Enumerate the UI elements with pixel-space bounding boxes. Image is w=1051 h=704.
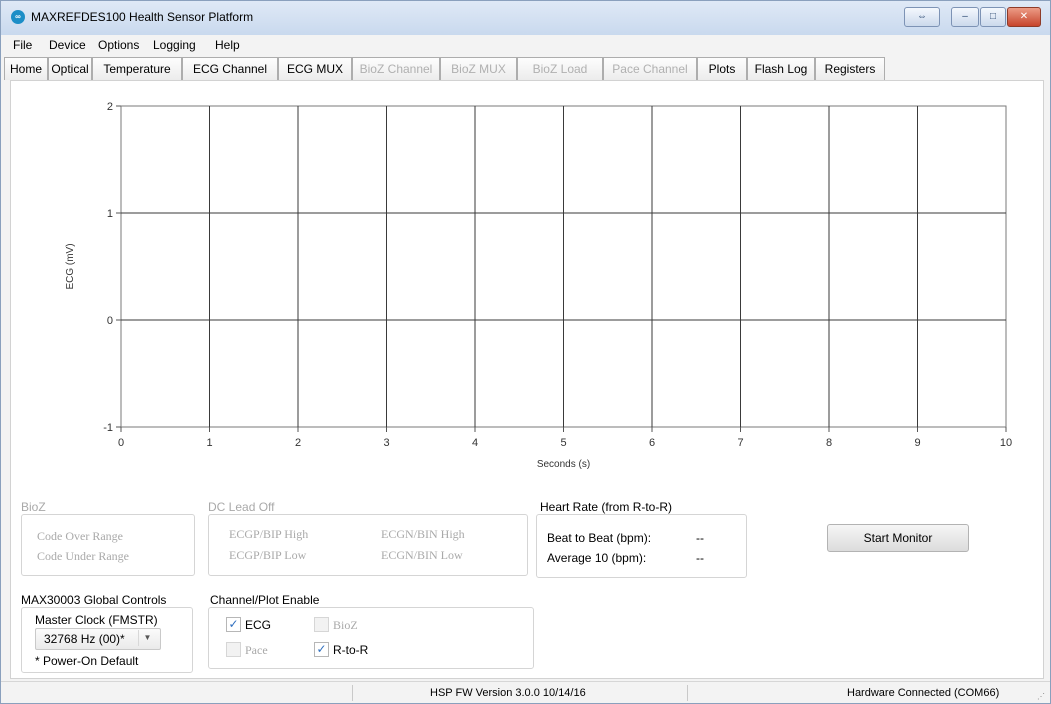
y-tick-label: -1 — [103, 422, 113, 434]
status-separator — [687, 685, 688, 701]
master-clock-label: Master Clock (FMSTR) — [35, 613, 158, 627]
master-clock-select[interactable]: 32768 Hz (00)* ▼ — [35, 628, 161, 650]
menu-logging[interactable]: Logging — [153, 38, 196, 52]
menu-help[interactable]: Help — [215, 38, 240, 52]
window-title: MAXREFDES100 Health Sensor Platform — [31, 10, 254, 24]
ecgp-bip-high: ECGP/BIP High — [229, 527, 309, 541]
pace-checkbox-label: Pace — [245, 643, 268, 657]
maximize-button[interactable]: □ — [980, 7, 1006, 27]
x-tick-label: 8 — [826, 437, 832, 449]
bioz-code-under-range: Code Under Range — [37, 549, 129, 563]
menu-options[interactable]: Options — [98, 38, 139, 52]
bioz-checkbox[interactable] — [314, 617, 329, 632]
average-10-label: Average 10 (bpm): — [547, 551, 647, 565]
x-tick-label: 1 — [206, 437, 212, 449]
plots-panel: 0 1 2 3 4 5 6 7 8 9 10 -1 0 1 2 Seconds (s) ECG (mV) Bio… — [10, 80, 1044, 679]
tab-plots[interactable]: Plots — [697, 57, 747, 80]
x-axis-label: Seconds (s) — [537, 459, 590, 470]
chevron-down-icon[interactable]: ▼ — [138, 630, 156, 646]
beat-to-beat-label: Beat to Beat (bpm): — [547, 531, 652, 545]
r-to-r-checkbox[interactable]: ✓ — [314, 642, 329, 657]
bioz-group-title: BioZ — [21, 500, 46, 514]
start-monitor-button[interactable]: Start Monitor — [827, 524, 969, 552]
x-tick-label: 7 — [737, 437, 743, 449]
global-controls-title: MAX30003 Global Controls — [21, 593, 167, 607]
x-tick-label: 10 — [1000, 437, 1012, 449]
minimize-button[interactable]: – — [951, 7, 979, 27]
tab-home[interactable]: Home — [4, 57, 48, 80]
master-clock-value: 32768 Hz (00)* — [44, 632, 125, 646]
menu-device[interactable]: Device — [49, 38, 86, 52]
menu-bar: File Device Options Logging Help — [1, 35, 1050, 55]
tab-pace-channel[interactable]: Pace Channel — [603, 57, 697, 80]
title-bar: ∞ MAXREFDES100 Health Sensor Platform ⇔ … — [1, 1, 1050, 35]
tab-bioz-load[interactable]: BioZ Load — [517, 57, 603, 80]
connection-status-text: Hardware Connected (COM66) — [847, 687, 1000, 699]
ecgn-bin-low: ECGN/BIN Low — [381, 548, 463, 562]
status-bar: HSP FW Version 3.0.0 10/14/16 Hardware C… — [1, 681, 1050, 703]
resize-grip-icon[interactable]: ⋰ — [1037, 692, 1045, 701]
ecg-checkbox[interactable]: ✓ — [226, 617, 241, 632]
x-tick-label: 0 — [118, 437, 124, 449]
tab-registers[interactable]: Registers — [815, 57, 885, 80]
tab-ecg-mux[interactable]: ECG MUX — [278, 57, 352, 80]
x-tick-label: 9 — [914, 437, 920, 449]
bioz-code-over-range: Code Over Range — [37, 529, 123, 543]
app-logo-icon: ∞ — [11, 10, 25, 24]
fw-version-text: HSP FW Version 3.0.0 10/14/16 — [430, 687, 586, 699]
y-axis-label: ECG (mV) — [65, 243, 76, 289]
tab-flash-log[interactable]: Flash Log — [747, 57, 815, 80]
x-tick-label: 5 — [560, 437, 566, 449]
channel-enable-title: Channel/Plot Enable — [210, 593, 320, 607]
tab-optical[interactable]: Optical — [48, 57, 92, 80]
ecg-chart: 0 1 2 3 4 5 6 7 8 9 10 -1 0 1 2 Seconds (s) ECG (mV) — [65, 101, 1012, 470]
channel-enable-group: ✓ ECG BioZ Pace ✓ R-to-R — [208, 607, 534, 669]
bioz-group: Code Over Range Code Under Range — [21, 514, 195, 576]
x-tick-label: 4 — [472, 437, 478, 449]
status-separator — [352, 685, 353, 701]
tab-strip: Home Optical Temperature ECG Channel ECG… — [1, 56, 1050, 81]
ecgp-bip-low: ECGP/BIP Low — [229, 548, 307, 562]
tab-ecg-channel[interactable]: ECG Channel — [182, 57, 278, 80]
ecg-checkbox-label: ECG — [245, 618, 272, 632]
pace-checkbox[interactable] — [226, 642, 241, 657]
bioz-checkbox-label: BioZ — [333, 618, 358, 632]
y-tick-label: 0 — [107, 315, 113, 327]
tab-bioz-channel[interactable]: BioZ Channel — [352, 57, 440, 80]
heart-rate-title: Heart Rate (from R-to-R) — [540, 500, 673, 514]
dc-lead-off-title: DC Lead Off — [208, 500, 275, 514]
tab-temperature[interactable]: Temperature — [92, 57, 182, 80]
y-tick-label: 2 — [107, 101, 113, 113]
x-tick-label: 6 — [649, 437, 655, 449]
close-button[interactable]: ✕ — [1007, 7, 1041, 27]
y-tick-label: 1 — [107, 208, 113, 220]
tab-bioz-mux[interactable]: BioZ MUX — [440, 57, 517, 80]
average-10-value: -- — [696, 551, 704, 565]
dc-lead-off-group: ECGP/BIP High ECGN/BIN High ECGP/BIP Low… — [208, 514, 528, 576]
restore-button[interactable]: ⇔ — [904, 7, 940, 27]
ecgn-bin-high: ECGN/BIN High — [381, 527, 465, 541]
heart-rate-group: Beat to Beat (bpm): -- Average 10 (bpm):… — [536, 514, 747, 578]
x-tick-label: 3 — [383, 437, 389, 449]
menu-file[interactable]: File — [13, 38, 32, 52]
beat-to-beat-value: -- — [696, 531, 704, 545]
app-window: ∞ MAXREFDES100 Health Sensor Platform ⇔ … — [0, 0, 1051, 704]
global-controls-group: Master Clock (FMSTR) 32768 Hz (00)* ▼ * … — [21, 607, 193, 673]
power-on-default-note: * Power-On Default — [35, 654, 139, 668]
x-tick-label: 2 — [295, 437, 301, 449]
r-to-r-checkbox-label: R-to-R — [333, 643, 369, 657]
